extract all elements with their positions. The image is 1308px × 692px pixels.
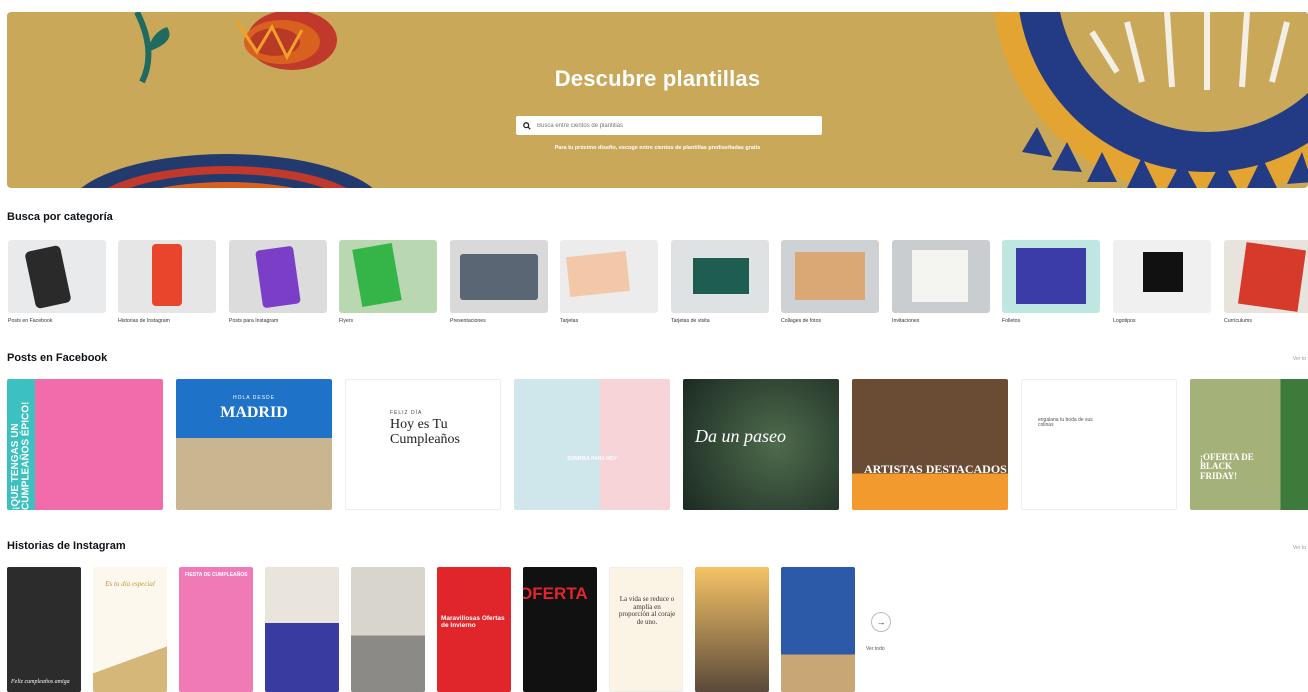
category-tile[interactable]: Tarjetas (560, 240, 658, 324)
category-tile[interactable]: Invitaciones (892, 240, 990, 324)
facebook-template-card[interactable]: engalana tu boda de sus colinas (1021, 379, 1177, 510)
category-preview-image (460, 254, 538, 300)
category-label: Invitaciones (892, 318, 920, 324)
category-preview-image (566, 250, 630, 298)
instagram-template-card[interactable] (695, 567, 769, 692)
see-all-button-label[interactable]: Ver todo (866, 646, 885, 652)
category-preview-image (1237, 242, 1307, 312)
category-tile[interactable]: Presentaciones (450, 240, 548, 324)
instagram-template-card[interactable]: La vida se reduce o amplía en proporción… (609, 567, 683, 692)
template-kicker-text: HOLA DESDE (233, 395, 275, 401)
category-label: Folletos (1002, 318, 1021, 324)
category-preview-image (24, 244, 72, 310)
instagram-template-card[interactable] (351, 567, 425, 692)
facebook-template-card[interactable]: Da un paseo (683, 379, 839, 510)
next-arrow-button[interactable]: → (871, 612, 891, 632)
template-headline: SONRISA PARA HOY (567, 456, 617, 462)
template-headline: Maravillosas Ofertas de Invierno (441, 615, 505, 630)
template-headline: FIESTA DE CUMPLEAÑOS (185, 572, 248, 578)
categories-title: Busca por categoría (7, 211, 113, 223)
facebook-template-card[interactable]: FELIZ DÍA Hoy es Tu Cumpleaños (345, 379, 501, 510)
category-label: Posts para Instagram (229, 318, 279, 324)
category-thumbnail (1002, 240, 1100, 313)
category-label: Currículums (1224, 318, 1252, 324)
template-headline: engalana tu boda de sus colinas (1038, 417, 1093, 429)
category-preview-image (1143, 252, 1183, 292)
instagram-section-title: Historias de Instagram (7, 540, 126, 552)
category-tile[interactable]: Collages de fotos (781, 240, 879, 324)
category-label: Posts en Facebook (8, 318, 53, 324)
facebook-template-card[interactable]: ¡OFERTA DE BLACK FRIDAY! (1190, 379, 1308, 510)
category-preview-image (693, 258, 749, 294)
category-thumbnail (229, 240, 327, 313)
instagram-template-card[interactable]: OFERTA (523, 567, 597, 692)
category-label: Tarjetas (560, 318, 579, 324)
category-thumbnail (339, 240, 437, 313)
template-headline: La vida se reduce o amplía en proporción… (618, 595, 676, 627)
template-headline: MADRID (220, 404, 288, 421)
template-headline: Feliz cumpleaños amiga (11, 679, 70, 686)
category-preview-image (352, 242, 402, 308)
category-preview-image (152, 244, 182, 306)
category-label: Presentaciones (450, 318, 486, 324)
facebook-template-card[interactable]: ARTISTAS DESTACADOS (852, 379, 1008, 510)
category-tile[interactable]: Posts para Instagram (229, 240, 327, 324)
template-headline: OFERTA (523, 584, 588, 603)
category-preview-image (912, 250, 968, 302)
category-preview-image (795, 252, 865, 300)
facebook-template-card[interactable]: SONRISA PARA HOY (514, 379, 670, 510)
category-thumbnail (560, 240, 658, 313)
category-thumbnail (1224, 240, 1308, 313)
instagram-template-card[interactable] (781, 567, 855, 692)
category-label: Collages de fotos (781, 318, 822, 324)
template-headline: ¡QUE TENGAS UN CUMPLEAÑOS ÉPICO! (10, 401, 32, 510)
template-kicker-text: FELIZ DÍA (390, 410, 423, 416)
category-thumbnail (8, 240, 106, 313)
facebook-section-title: Posts en Facebook (7, 352, 108, 364)
hero-decoration (81, 12, 1308, 188)
template-headline: ¡OFERTA DE BLACK FRIDAY! (1200, 452, 1254, 481)
instagram-template-card[interactable]: Feliz cumpleaños amiga (7, 567, 81, 692)
template-headline: Da un paseo (695, 426, 786, 446)
hero-banner: Descubre plantillas Para tu próximo dise… (7, 12, 1308, 188)
template-headline: Hoy es Tu Cumpleaños (390, 417, 460, 447)
category-thumbnail (118, 240, 216, 313)
instagram-see-all-link[interactable]: Ver to (1293, 545, 1306, 551)
category-preview-image (255, 245, 301, 309)
instagram-template-card[interactable]: Es tu día especial (93, 567, 167, 692)
category-thumbnail (671, 240, 769, 313)
category-preview-image (1016, 248, 1086, 304)
category-thumbnail (892, 240, 990, 313)
hero-title: Descubre plantillas (554, 66, 761, 91)
instagram-template-card[interactable] (265, 567, 339, 692)
category-thumbnail (450, 240, 548, 313)
instagram-template-card[interactable]: FIESTA DE CUMPLEAÑOS (179, 567, 253, 692)
search-icon (523, 121, 531, 130)
category-label: Logotipos (1113, 318, 1136, 324)
category-tile[interactable]: Currículums (1224, 240, 1308, 324)
category-label: Tarjetas de visita (671, 318, 710, 324)
facebook-template-card[interactable]: HOLA DESDE MADRID (176, 379, 332, 510)
category-tile[interactable]: Historias de Instagram (118, 240, 216, 324)
facebook-see-all-link[interactable]: Ver to (1293, 356, 1306, 362)
category-tile[interactable]: Posts en Facebook (8, 240, 106, 324)
category-label: Flyers (339, 318, 354, 324)
category-thumbnail (1113, 240, 1211, 313)
category-tile[interactable]: Flyers (339, 240, 437, 324)
template-headline: Es tu día especial (105, 580, 155, 588)
category-label: Historias de Instagram (118, 318, 170, 324)
template-headline: ARTISTAS DESTACADOS (864, 462, 1007, 476)
instagram-template-card[interactable]: Maravillosas Ofertas de Invierno (437, 567, 511, 692)
hero-subtitle: Para tu próximo diseño, escoge entre cie… (554, 145, 761, 151)
arrow-right-icon: → (876, 617, 886, 627)
search-bar[interactable] (516, 116, 822, 135)
category-tile[interactable]: Folletos (1002, 240, 1100, 324)
category-tile[interactable]: Tarjetas de visita (671, 240, 769, 324)
category-thumbnail (781, 240, 879, 313)
category-tile[interactable]: Logotipos (1113, 240, 1211, 324)
facebook-template-card[interactable]: ¡QUE TENGAS UN CUMPLEAÑOS ÉPICO! (7, 379, 163, 510)
search-input[interactable] (537, 122, 822, 129)
